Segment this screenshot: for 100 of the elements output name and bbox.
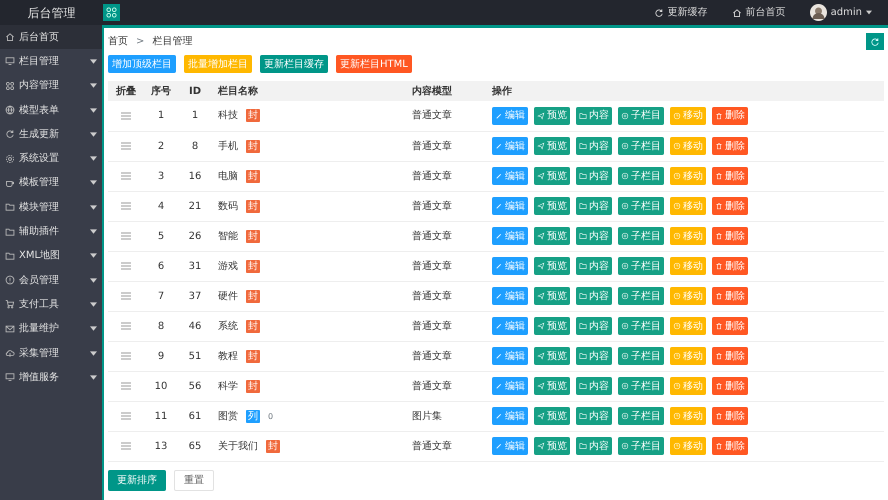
sidebar-item[interactable]: 系统设置 [0, 146, 102, 171]
toolbar-button[interactable]: 增加顶级栏目 [108, 55, 176, 73]
preview-button[interactable]: 预览 [534, 437, 570, 455]
toolbar-button[interactable]: 批量增加栏目 [184, 55, 252, 73]
preview-button[interactable]: 预览 [534, 257, 570, 275]
drag-handle-icon[interactable] [121, 442, 131, 450]
drag-handle-icon[interactable] [121, 142, 131, 150]
child-button[interactable]: 子栏目 [618, 106, 664, 125]
sidebar-item[interactable]: 后台首页 [0, 25, 102, 50]
edit-button[interactable]: 编辑 [492, 257, 528, 275]
move-button[interactable]: 移动 [670, 197, 706, 215]
child-button[interactable]: 子栏目 [618, 287, 664, 305]
child-button[interactable]: 子栏目 [618, 227, 664, 245]
delete-button[interactable]: 删除 [712, 377, 748, 395]
move-button[interactable]: 移动 [670, 377, 706, 395]
child-button[interactable]: 子栏目 [618, 257, 664, 275]
sidebar-item[interactable]: XML地图 [0, 244, 102, 268]
move-button[interactable]: 移动 [670, 106, 706, 125]
child-button[interactable]: 子栏目 [618, 137, 664, 155]
drag-handle-icon[interactable] [121, 292, 131, 300]
edit-button[interactable]: 编辑 [492, 347, 528, 365]
home-link[interactable]: 前台首页 [732, 5, 786, 20]
drag-handle-icon[interactable] [121, 412, 131, 420]
child-button[interactable]: 子栏目 [618, 407, 664, 425]
sidebar-item[interactable]: 会员管理 [0, 268, 102, 292]
content-button[interactable]: 内容 [576, 227, 612, 245]
delete-button[interactable]: 删除 [712, 407, 748, 425]
toolbar-button[interactable]: 更新栏目缓存 [260, 55, 328, 73]
delete-button[interactable]: 删除 [712, 317, 748, 335]
drag-handle-icon[interactable] [121, 262, 131, 270]
edit-button[interactable]: 编辑 [492, 167, 528, 185]
refresh-button[interactable] [866, 33, 884, 50]
child-button[interactable]: 子栏目 [618, 347, 664, 365]
preview-button[interactable]: 预览 [534, 106, 570, 125]
content-button[interactable]: 内容 [576, 407, 612, 425]
move-button[interactable]: 移动 [670, 137, 706, 155]
child-button[interactable]: 子栏目 [618, 167, 664, 185]
move-button[interactable]: 移动 [670, 167, 706, 185]
preview-button[interactable]: 预览 [534, 197, 570, 215]
edit-button[interactable]: 编辑 [492, 197, 528, 215]
move-button[interactable]: 移动 [670, 407, 706, 425]
move-button[interactable]: 移动 [670, 287, 706, 305]
sidebar-item[interactable]: 增值服务 [0, 365, 102, 390]
edit-button[interactable]: 编辑 [492, 317, 528, 335]
edit-button[interactable]: 编辑 [492, 377, 528, 395]
drag-handle-icon[interactable] [121, 382, 131, 390]
move-button[interactable]: 移动 [670, 257, 706, 275]
sidebar-item[interactable]: 模型表单 [0, 98, 102, 122]
move-button[interactable]: 移动 [670, 347, 706, 365]
delete-button[interactable]: 删除 [712, 437, 748, 455]
edit-button[interactable]: 编辑 [492, 106, 528, 125]
update-order-button[interactable]: 更新排序 [108, 470, 166, 490]
sidebar-item[interactable]: 内容管理 [0, 74, 102, 98]
drag-handle-icon[interactable] [121, 232, 131, 240]
preview-button[interactable]: 预览 [534, 287, 570, 305]
avatar[interactable] [810, 4, 827, 21]
sidebar-item[interactable]: 支付工具 [0, 292, 102, 317]
delete-button[interactable]: 删除 [712, 137, 748, 155]
preview-button[interactable]: 预览 [534, 137, 570, 155]
delete-button[interactable]: 删除 [712, 257, 748, 275]
move-button[interactable]: 移动 [670, 437, 706, 455]
preview-button[interactable]: 预览 [534, 317, 570, 335]
child-button[interactable]: 子栏目 [618, 317, 664, 335]
content-button[interactable]: 内容 [576, 167, 612, 185]
preview-button[interactable]: 预览 [534, 377, 570, 395]
reset-button[interactable]: 重置 [174, 470, 214, 490]
move-button[interactable]: 移动 [670, 227, 706, 245]
preview-button[interactable]: 预览 [534, 407, 570, 425]
content-button[interactable]: 内容 [576, 257, 612, 275]
edit-button[interactable]: 编辑 [492, 137, 528, 155]
move-button[interactable]: 移动 [670, 317, 706, 335]
menu-toggle-button[interactable] [103, 4, 120, 21]
sidebar-item[interactable]: 批量维护 [0, 316, 102, 341]
drag-handle-icon[interactable] [121, 202, 131, 210]
preview-button[interactable]: 预览 [534, 227, 570, 245]
child-button[interactable]: 子栏目 [618, 437, 664, 455]
delete-button[interactable]: 删除 [712, 227, 748, 245]
preview-button[interactable]: 预览 [534, 347, 570, 365]
edit-button[interactable]: 编辑 [492, 227, 528, 245]
user-name[interactable]: admin [830, 5, 862, 20]
drag-handle-icon[interactable] [121, 112, 131, 120]
sidebar-item[interactable]: 生成更新 [0, 122, 102, 146]
content-button[interactable]: 内容 [576, 377, 612, 395]
content-button[interactable]: 内容 [576, 317, 612, 335]
child-button[interactable]: 子栏目 [618, 377, 664, 395]
sidebar-item[interactable]: 栏目管理 [0, 49, 102, 74]
content-button[interactable]: 内容 [576, 106, 612, 125]
delete-button[interactable]: 删除 [712, 167, 748, 185]
preview-button[interactable]: 预览 [534, 167, 570, 185]
sidebar-item[interactable]: 辅助插件 [0, 219, 102, 244]
content-button[interactable]: 内容 [576, 197, 612, 215]
child-button[interactable]: 子栏目 [618, 197, 664, 215]
edit-button[interactable]: 编辑 [492, 407, 528, 425]
edit-button[interactable]: 编辑 [492, 287, 528, 305]
sidebar-item[interactable]: 模块管理 [0, 195, 102, 220]
delete-button[interactable]: 删除 [712, 287, 748, 305]
toolbar-button[interactable]: 更新栏目HTML [336, 55, 412, 73]
content-button[interactable]: 内容 [576, 437, 612, 455]
breadcrumb-link[interactable]: 首页 [108, 34, 128, 49]
delete-button[interactable]: 删除 [712, 197, 748, 215]
